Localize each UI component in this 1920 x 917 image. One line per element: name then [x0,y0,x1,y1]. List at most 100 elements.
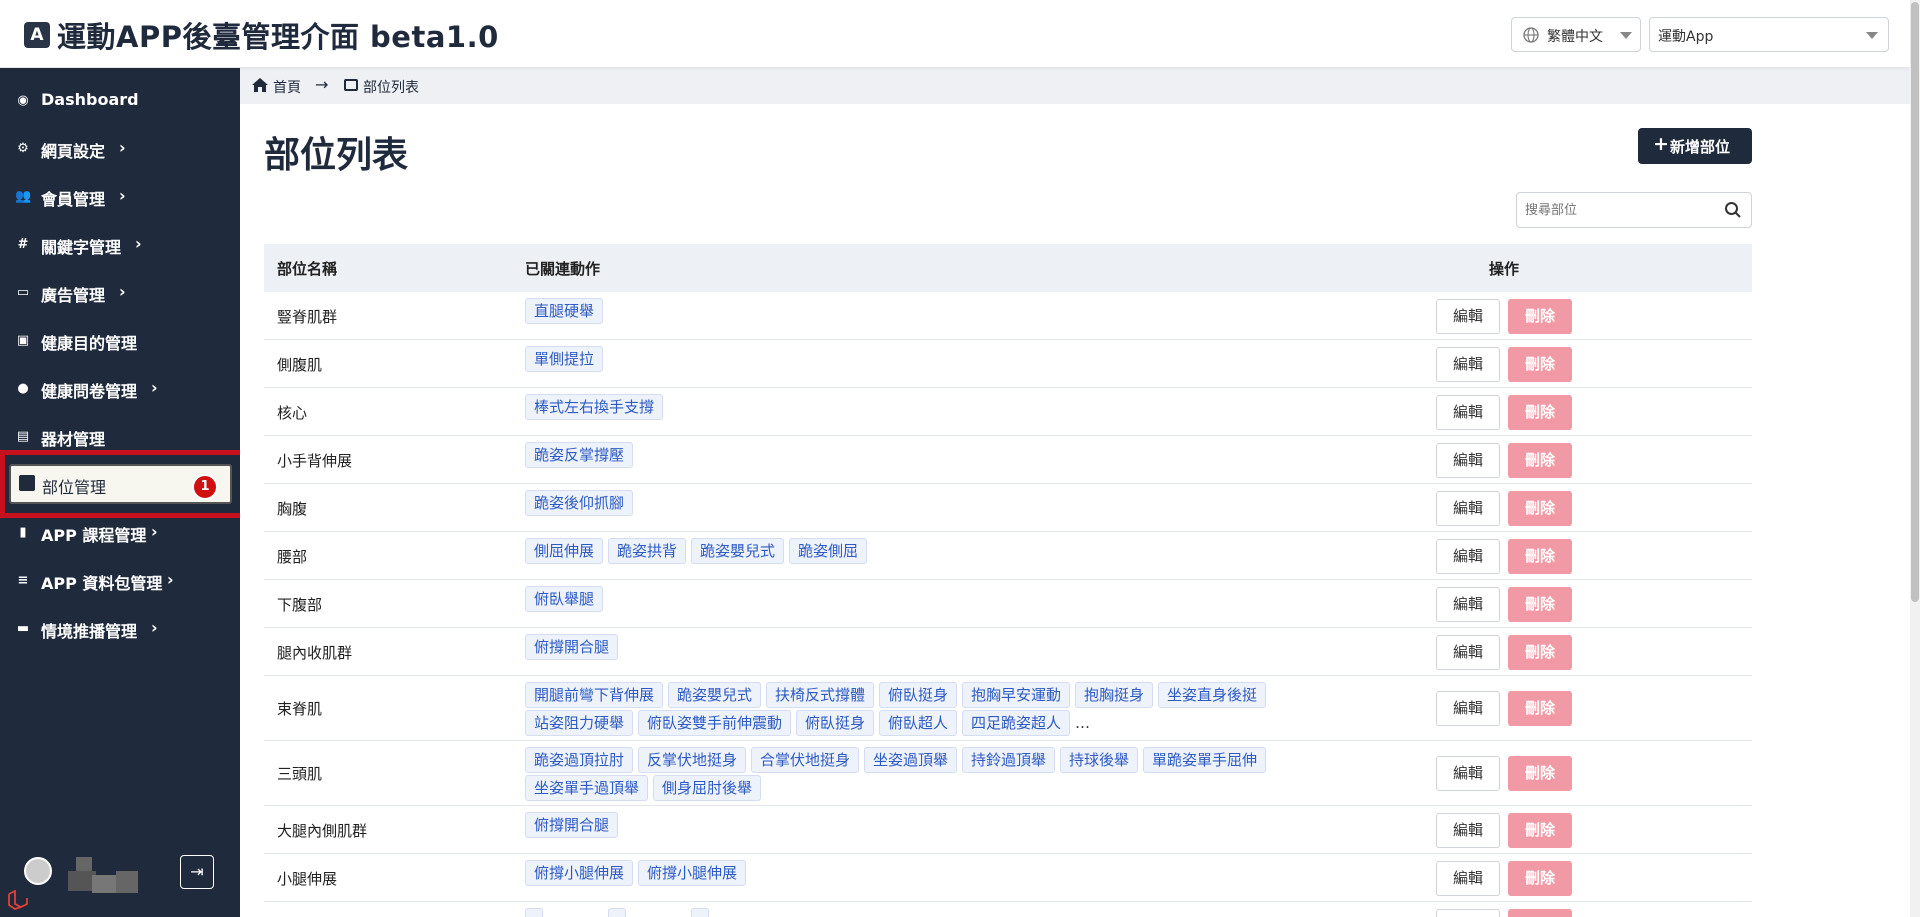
delete-button[interactable]: 刪除 [1508,756,1572,791]
edit-button[interactable]: 編輯 [1436,394,1500,430]
linked-action-tag[interactable]: 棒式左右換手支撐 [525,394,664,420]
app-store-icon: A [24,22,50,48]
linked-action-tag[interactable]: 俯撐開合腿 [525,812,619,838]
edit-button[interactable]: 編輯 [1436,860,1500,896]
search-field[interactable] [1516,192,1752,228]
home-icon[interactable] [252,78,268,92]
linked-action-tag[interactable]: 俯撐小腿伸展 [638,860,747,886]
linked-action-tag[interactable]: 跪姿拱背 [608,538,687,564]
delete-button[interactable]: 刪除 [1508,860,1572,896]
linked-action-tag[interactable]: 單跪姿單手屈伸 [1143,747,1267,773]
column-header: 部位名稱 [277,260,338,278]
delete-button[interactable]: 刪除 [1508,586,1572,622]
sidebar-item-label: 情境推播管理 [41,622,138,641]
linked-action-tag[interactable]: 側身屈肘後舉 [653,775,762,801]
linked-action-tag[interactable]: 坐姿過頂舉 [864,747,958,773]
linked-action-tag[interactable] [608,908,626,917]
linked-action-tag[interactable]: 四足跪姿超人 [962,710,1071,736]
linked-action-tag[interactable]: 抱胸挺身 [1075,682,1154,708]
chevron-right-icon: › [135,234,142,253]
breadcrumb: 首頁 → 部位列表 [240,68,1910,104]
sidebar-item-body-parts[interactable]: 部位管理 1 [9,464,232,504]
edit-button[interactable]: 編輯 [1436,490,1500,526]
app-select[interactable]: 運動App [1649,17,1889,52]
linked-action-tag[interactable]: 俯撐小腿伸展 [525,860,634,886]
linked-action-tag[interactable]: 側屈伸展 [525,538,604,564]
linked-action-tag[interactable]: 俯臥挺身 [796,710,875,736]
delete-button[interactable]: 刪除 [1508,908,1572,917]
table-row: 三頭肌 跪姿過頂拉肘 反掌伏地挺身 合掌伏地挺身 坐姿過頂舉 持鈴過頂舉 持球後舉 單跪姿單手… [264,741,1752,806]
delete-button[interactable]: 刪除 [1508,394,1572,430]
sidebar-item-0[interactable]: ◉ Dashboard [0,79,240,123]
linked-action-tag[interactable]: 俯臥舉腿 [525,586,604,612]
delete-button[interactable]: 刪除 [1508,346,1572,382]
linked-action-tag[interactable]: 站姿阻力硬舉 [525,710,634,736]
edit-button[interactable]: 編輯 [1436,691,1500,726]
add-body-part-button[interactable]: + 新增部位 [1638,128,1752,164]
edit-button[interactable]: 編輯 [1436,538,1500,574]
edit-button[interactable]: 編輯 [1436,346,1500,382]
linked-action-tag[interactable]: 跪姿嬰兒式 [691,538,785,564]
chevron-right-icon: › [151,378,158,397]
linked-action-tag[interactable]: 跪姿嬰兒式 [668,682,762,708]
linked-action-tag[interactable]: 持球後舉 [1060,747,1139,773]
avatar[interactable] [24,857,52,885]
delete-button[interactable]: 刪除 [1508,442,1572,478]
table-row: 大腿內側肌群 俯撐開合腿 編輯 刪除 [264,806,1752,854]
linked-action-tag[interactable]: 跪姿側屈 [789,538,868,564]
edit-button[interactable]: 編輯 [1436,908,1500,917]
linked-action-tag[interactable]: 跪姿過頂拉肘 [525,747,634,773]
sidebar-item-4[interactable]: ▭ 廣告管理 › [0,271,240,315]
edit-button[interactable]: 編輯 [1436,298,1500,334]
linked-action-tag[interactable]: 抱胸早安運動 [962,682,1071,708]
linked-action-tag[interactable]: 跪姿後仰抓腳 [525,490,634,516]
sidebar-item-5[interactable]: ▣ 健康目的管理 [0,319,240,363]
linked-action-tag[interactable] [525,908,543,917]
delete-button[interactable]: 刪除 [1508,490,1572,526]
sidebar-item-6[interactable]: ● 健康問卷管理 › [0,367,240,411]
linked-action-tag[interactable]: 合掌伏地挺身 [751,747,860,773]
language-value: 繁體中文 [1547,29,1603,45]
sidebar-item-10[interactable]: ≡ APP 資料包管理 › [0,559,240,603]
search-icon[interactable] [1724,201,1742,219]
edit-button[interactable]: 編輯 [1436,586,1500,622]
linked-action-tag[interactable]: 開腿前彎下背伸展 [525,682,664,708]
linked-action-tag[interactable]: 俯臥超人 [879,710,958,736]
linked-action-tag[interactable]: 俯臥挺身 [879,682,958,708]
delete-button[interactable]: 刪除 [1508,812,1572,848]
linked-action-tag[interactable]: 單側提拉 [525,346,604,372]
linked-action-tag[interactable]: 坐姿單手過頂舉 [525,775,649,801]
edit-button[interactable]: 編輯 [1436,812,1500,848]
linked-action-tag[interactable]: 反掌伏地挺身 [638,747,747,773]
linked-action-tag[interactable]: 扶椅反式撐體 [766,682,875,708]
linked-action-tag[interactable]: 俯臥姿雙手前伸震動 [638,710,792,736]
delete-button[interactable]: 刪除 [1508,538,1572,574]
logout-button[interactable]: ⇥ [180,855,214,889]
edit-button[interactable]: 編輯 [1436,756,1500,791]
column-header: 操作 [1489,260,1520,278]
sidebar-item-11[interactable]: ▬ 情境推播管理 › [0,607,240,651]
delete-button[interactable]: 刪除 [1508,634,1572,670]
sidebar-item-1[interactable]: ⚙ 網頁設定 › [0,127,240,171]
scrollbar-thumb[interactable] [1911,2,1919,602]
sidebar-item-3[interactable]: # 關鍵字管理 › [0,223,240,267]
delete-button[interactable]: 刪除 [1508,298,1572,334]
table-row: 核心 棒式左右換手支撐 編輯 刪除 [264,388,1752,436]
edit-button[interactable]: 編輯 [1436,442,1500,478]
language-select[interactable]: 繁體中文 [1511,17,1641,52]
laravel-icon [8,890,28,910]
delete-button[interactable]: 刪除 [1508,691,1572,726]
sidebar-item-2[interactable]: 👥 會員管理 › [0,175,240,219]
table-row: 束脊肌 開腿前彎下背伸展 跪姿嬰兒式 扶椅反式撐體 俯臥挺身 抱胸早安運動 抱胸挺身 坐姿直身… [264,676,1752,741]
linked-action-tag[interactable]: 俯撐開合腿 [525,634,619,660]
linked-action-tag[interactable]: 持鈴過頂舉 [962,747,1056,773]
edit-button[interactable]: 編輯 [1436,634,1500,670]
linked-action-tag[interactable] [691,908,709,917]
breadcrumb-home[interactable]: 首頁 [273,77,301,97]
linked-action-tag[interactable]: 直腿硬舉 [525,298,604,324]
search-input[interactable] [1525,200,1715,220]
body-part-name: 豎脊肌群 [277,308,338,326]
body-part-name: 小手背伸展 [277,452,353,470]
linked-action-tag[interactable]: 坐姿直身後挺 [1158,682,1267,708]
linked-action-tag[interactable]: 跪姿反掌撐壓 [525,442,634,468]
